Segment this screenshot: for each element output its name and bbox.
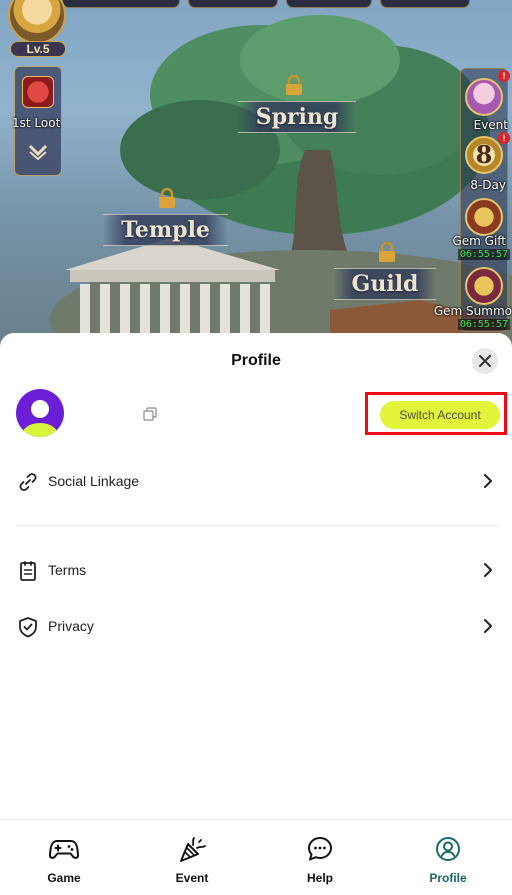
location-name: Guild [351,271,419,297]
gem-summon-timer: 06:55:57 [457,319,510,330]
terms-row[interactable]: Terms [0,551,512,591]
lock-icon [286,75,302,95]
chat-bubble-icon [308,837,332,861]
alert-badge: ! [498,132,510,144]
nav-tab-profile[interactable]: Profile [384,820,512,895]
gem-gift-label: Gem Gift [452,234,506,248]
social-linkage-label: Social Linkage [48,473,140,489]
sheet-title: Profile [231,352,281,369]
lock-icon [379,242,395,262]
alert-badge: ! [498,70,510,82]
eight-day-icon[interactable]: 8 [465,136,503,174]
location-name: Spring [255,104,339,130]
nav-tab-game[interactable]: Game [0,820,128,895]
resource-pill [286,0,372,8]
bottom-nav: Game Event Help Profile [0,819,512,895]
eight-day-label: 8-Day [470,178,506,192]
resource-pill [62,0,180,8]
terms-label: Terms [48,562,87,578]
resource-pill [188,0,278,8]
right-side-menu: ! Event 8 ! 8-Day Gem Gift 06:55:57 Gem … [434,68,512,332]
gem-summon-icon[interactable] [465,267,503,305]
close-icon [479,355,491,367]
user-icon [22,400,58,437]
loot-chest-icon[interactable] [22,76,54,108]
nav-label-event: Event [175,871,209,885]
player-level: Lv.5 [10,41,66,57]
left-side-menu: 1st Loot [12,66,62,176]
nav-tab-help[interactable]: Help [256,820,384,895]
chevron-right-icon [484,474,492,488]
privacy-label: Privacy [48,618,94,634]
chevron-right-icon [484,563,492,577]
gem-gift-icon[interactable] [465,198,503,236]
clipboard-icon [20,561,36,581]
first-loot-label: 1st Loot [12,116,61,130]
user-avatar [16,389,64,437]
profile-icon [436,837,460,861]
event-icon[interactable] [465,78,503,116]
event-label: Event [473,118,508,132]
divider [16,525,500,526]
nav-label-help: Help [306,871,333,885]
gamepad-icon [49,840,79,859]
social-linkage-row[interactable]: Social Linkage [0,462,512,502]
resource-bar [62,0,512,8]
nav-tab-event[interactable]: Event [128,820,256,895]
link-icon [19,473,37,491]
game-background: Lv.5 1st Loot Spring Temple Guild ! Even… [0,0,512,360]
chevron-right-icon [484,619,492,633]
close-button[interactable] [472,348,498,374]
nav-label-game: Game [47,871,81,885]
switch-account-highlight: Switch Account [365,392,507,435]
gem-gift-timer: 06:55:57 [457,249,510,260]
chevron-down-icon[interactable] [27,142,49,165]
location-guild[interactable]: Guild [315,267,455,301]
shield-check-icon [19,617,37,638]
resource-pill [380,0,470,8]
nav-label-profile: Profile [429,871,467,885]
party-popper-icon [180,837,206,862]
location-name: Temple [121,217,210,243]
profile-sheet: Profile Switch Account Social Linkage Te… [0,333,512,895]
gem-summon-label: Gem Summo [433,304,512,318]
copy-icon[interactable] [143,407,157,421]
privacy-row[interactable]: Privacy [0,607,512,647]
lock-icon [159,188,175,208]
location-spring[interactable]: Spring [222,100,372,134]
switch-account-button[interactable]: Switch Account [380,401,500,429]
location-temple[interactable]: Temple [88,213,243,247]
